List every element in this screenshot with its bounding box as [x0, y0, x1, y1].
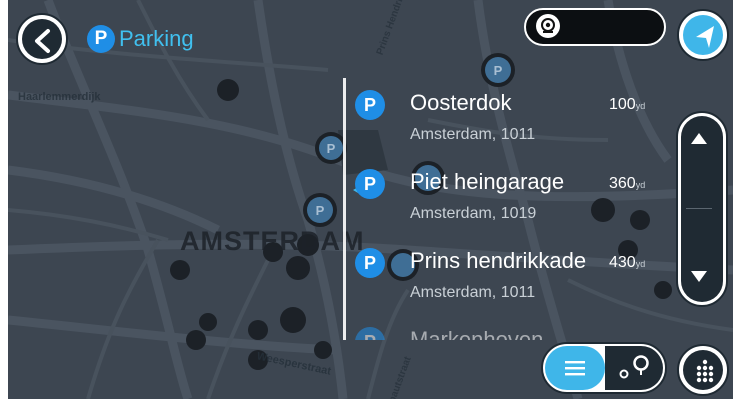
navigation-button[interactable] — [677, 9, 729, 61]
route-icon — [619, 355, 649, 379]
distance-unit: yd — [635, 180, 646, 190]
back-arrow-icon — [35, 29, 50, 53]
svg-text:P: P — [494, 63, 503, 78]
result-name: Oosterdok — [410, 90, 512, 115]
parking-icon: P — [355, 327, 385, 340]
chevron-down-icon — [691, 271, 707, 282]
navigation-screen: P P P AMSTERDAM Haarlemmerdijk Weesperst… — [0, 0, 733, 406]
parking-icon: P — [87, 25, 115, 53]
svg-text:P: P — [327, 141, 336, 156]
navigation-arrow-icon — [696, 26, 714, 48]
scroll-control — [676, 111, 728, 307]
scroll-down-button[interactable] — [684, 261, 714, 291]
result-address: Amsterdam, 1011 — [410, 126, 536, 143]
result-address: Amsterdam, 1019 — [410, 205, 537, 222]
distance-value: 100 — [609, 96, 636, 113]
result-distance: 100yd — [609, 96, 645, 114]
list-item[interactable]: P Oosterdok Amsterdam, 1011 100yd — [353, 80, 673, 150]
back-button[interactable] — [16, 13, 68, 65]
list-divider — [343, 78, 346, 340]
results-list[interactable]: P Oosterdok Amsterdam, 1011 100yd P Piet… — [343, 78, 673, 340]
distance-value: 360 — [609, 175, 636, 192]
menu-grid-icon — [696, 359, 714, 383]
chevron-up-icon — [691, 133, 707, 144]
svg-text:P: P — [316, 203, 325, 218]
map-city-label: AMSTERDAM — [180, 226, 365, 256]
location-pin-icon — [536, 14, 560, 38]
result-distance: 430yd — [609, 254, 645, 272]
result-name: Markenhoven — [410, 327, 544, 340]
list-item[interactable]: P Markenhoven — [353, 317, 673, 340]
result-name: Prins hendrikkade — [410, 248, 587, 273]
result-name: Piet heingarage — [410, 169, 565, 194]
result-distance: 360yd — [609, 175, 645, 193]
scroll-divider — [686, 208, 712, 209]
list-icon — [565, 361, 585, 376]
distance-unit: yd — [635, 101, 646, 111]
parking-icon: P — [355, 90, 385, 120]
scroll-up-button[interactable] — [684, 123, 714, 153]
list-view-button[interactable] — [545, 346, 605, 390]
map-view-button[interactable] — [605, 346, 663, 390]
main-menu-button[interactable] — [677, 344, 729, 396]
search-location-button[interactable] — [524, 8, 666, 46]
list-item[interactable]: P Prins hendrikkade Amsterdam, 1011 430y… — [353, 238, 673, 308]
parking-icon: P — [355, 248, 385, 278]
distance-unit: yd — [635, 259, 646, 269]
view-toggle — [541, 342, 667, 394]
parking-icon: P — [355, 169, 385, 199]
map-street-label: Haarlemmerdijk — [18, 91, 101, 103]
list-item[interactable]: P Piet heingarage Amsterdam, 1019 360yd — [353, 159, 673, 229]
result-address: Amsterdam, 1011 — [410, 284, 536, 301]
page-title-text: Parking — [119, 26, 194, 51]
distance-value: 430 — [609, 254, 636, 271]
page-title: P Parking — [87, 24, 194, 54]
